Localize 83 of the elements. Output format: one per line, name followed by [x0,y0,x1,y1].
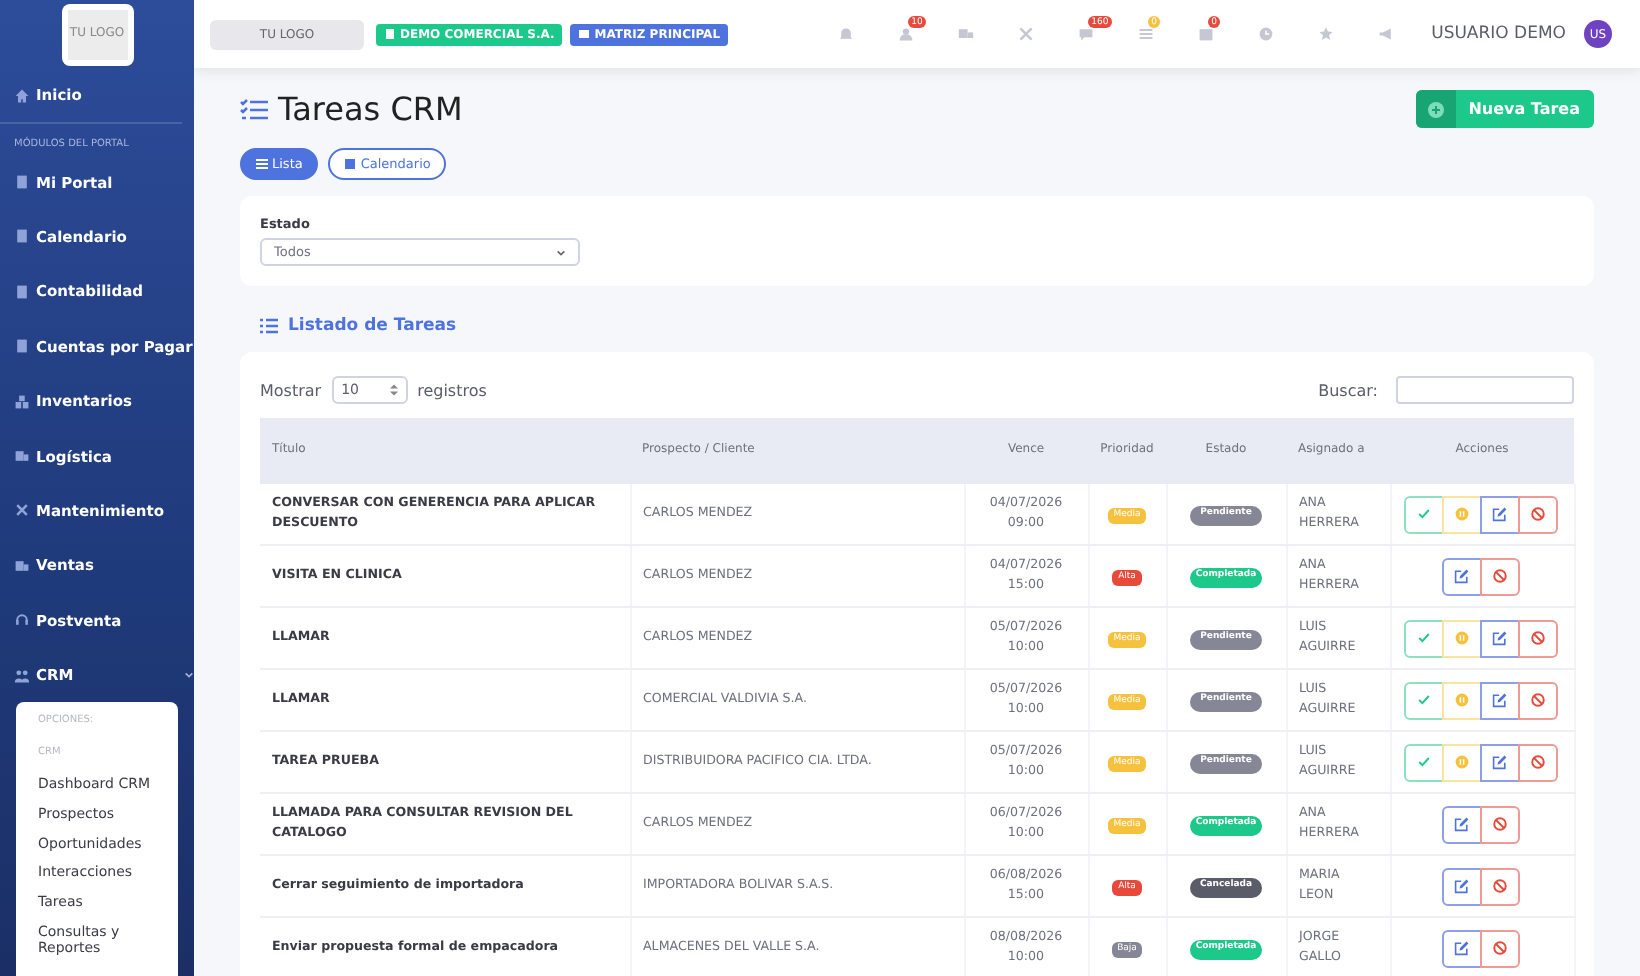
spinner-arrows-icon [389,384,398,396]
edit-icon [1492,506,1508,522]
plus-icon [1428,101,1445,117]
pause-icon [1454,630,1470,646]
edit-button[interactable] [1480,743,1520,781]
complete-button[interactable] [1404,743,1444,781]
edit-icon [1454,878,1470,894]
ban-icon [1530,754,1546,770]
edit-button[interactable] [1442,557,1482,595]
list-icon [260,318,278,334]
ban-icon [1530,506,1546,522]
check-icon [1416,506,1432,522]
building-icon [384,28,396,40]
section-title: Listado de Tareas [288,316,457,336]
pause-button[interactable] [1442,619,1482,657]
ban-icon [1492,816,1508,832]
complete-button[interactable] [1404,619,1444,657]
records-label: registros [417,381,487,399]
edit-icon [1492,692,1508,708]
edit-button[interactable] [1480,495,1520,533]
document-icon [14,338,30,355]
boxes-icon [14,393,30,410]
edit-icon [1492,630,1508,646]
store-icon [578,28,591,40]
pause-button[interactable] [1442,743,1482,781]
home-icon [14,87,30,104]
edit-button[interactable] [1480,681,1520,719]
cancel-button[interactable] [1518,495,1558,533]
pause-icon [1454,506,1470,522]
chevron-icon [556,247,566,257]
chevron-icon [184,670,194,681]
edit-button[interactable] [1480,619,1520,657]
edit-icon [1492,754,1508,770]
check-icon [1416,754,1432,770]
pause-icon [1454,754,1470,770]
ban-icon [1492,940,1508,956]
star-icon[interactable] [1317,26,1334,42]
calendar-icon[interactable] [1197,26,1214,42]
pause-icon [1454,692,1470,708]
edit-button[interactable] [1442,929,1482,967]
page-title: Tareas CRM [278,90,463,128]
document-icon [14,283,30,300]
ban-icon [1492,878,1508,894]
task-list-icon [240,97,268,121]
calendar-icon [344,158,357,170]
ban-icon [1530,692,1546,708]
cancel-button[interactable] [1480,929,1520,967]
edit-icon [1454,940,1470,956]
search-field[interactable] [1396,376,1574,404]
check-icon [1416,692,1432,708]
pause-button[interactable] [1442,681,1482,719]
document-icon [14,174,30,191]
megaphone-icon[interactable] [1377,26,1394,42]
complete-button[interactable] [1404,681,1444,719]
complete-button[interactable] [1404,495,1444,533]
edit-icon [1454,816,1470,832]
list-icon [256,158,268,170]
cancel-button[interactable] [1518,743,1558,781]
cancel-button[interactable] [1518,619,1558,657]
cancel-button[interactable] [1480,867,1520,905]
clock-icon[interactable] [1257,26,1274,42]
ban-icon [1530,630,1546,646]
headset-icon [14,612,30,629]
search-label: Buscar: [1318,381,1378,399]
check-icon [1416,630,1432,646]
cancel-button[interactable] [1518,681,1558,719]
ban-icon [1492,568,1508,584]
chat-icon[interactable] [1077,26,1094,42]
cancel-button[interactable] [1480,557,1520,595]
edit-button[interactable] [1442,867,1482,905]
pause-button[interactable] [1442,495,1482,533]
list-icon[interactable] [1137,26,1154,42]
tools-icon [14,502,30,519]
bell-icon[interactable] [837,26,854,42]
edit-icon [1454,568,1470,584]
document-icon [14,228,30,245]
edit-button[interactable] [1442,805,1482,843]
cancel-button[interactable] [1480,805,1520,843]
user-name[interactable]: USUARIO DEMO [1431,24,1566,44]
user-icon[interactable] [897,26,914,42]
tools-icon[interactable] [1017,26,1034,42]
people-icon [14,667,30,684]
show-label: Mostrar [260,381,322,399]
